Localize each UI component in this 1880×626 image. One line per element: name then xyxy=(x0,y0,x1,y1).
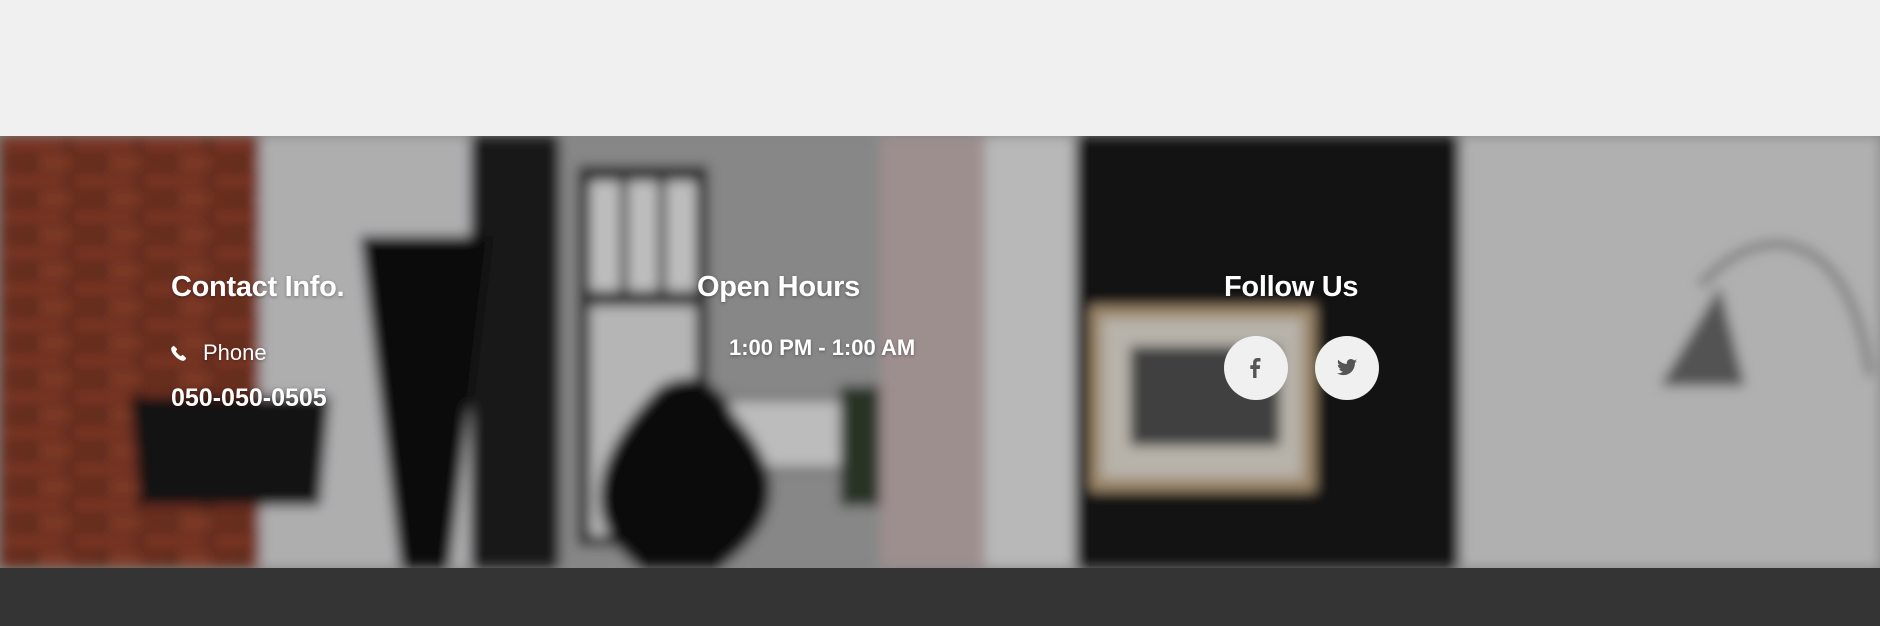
open-hours-heading: Open Hours xyxy=(697,271,860,303)
twitter-icon xyxy=(1337,359,1357,376)
facebook-icon xyxy=(1250,357,1262,378)
phone-row: Phone xyxy=(171,339,591,365)
follow-us-column: Follow Us xyxy=(1224,270,1644,400)
phone-icon xyxy=(171,345,187,361)
social-links xyxy=(1224,335,1644,400)
top-band xyxy=(0,0,1880,136)
contact-info-column: Contact Info. Phone 050-050-0505 xyxy=(171,270,591,413)
twitter-button[interactable] xyxy=(1315,335,1379,400)
follow-us-heading: Follow Us xyxy=(1224,271,1359,303)
phone-number: 050-050-0505 xyxy=(171,383,327,412)
open-hours-value: 1:00 PM - 1:00 AM xyxy=(729,334,916,360)
footer-content: Contact Info. Phone 050-050-0505 Open Ho… xyxy=(0,136,1880,568)
bottom-bar xyxy=(0,568,1880,626)
facebook-button[interactable] xyxy=(1224,335,1288,400)
footer-section: Contact Info. Phone 050-050-0505 Open Ho… xyxy=(0,136,1880,568)
open-hours-column: Open Hours 1:00 PM - 1:00 AM xyxy=(697,270,1117,361)
phone-label: Phone xyxy=(203,339,267,365)
contact-info-heading: Contact Info. xyxy=(171,271,345,303)
